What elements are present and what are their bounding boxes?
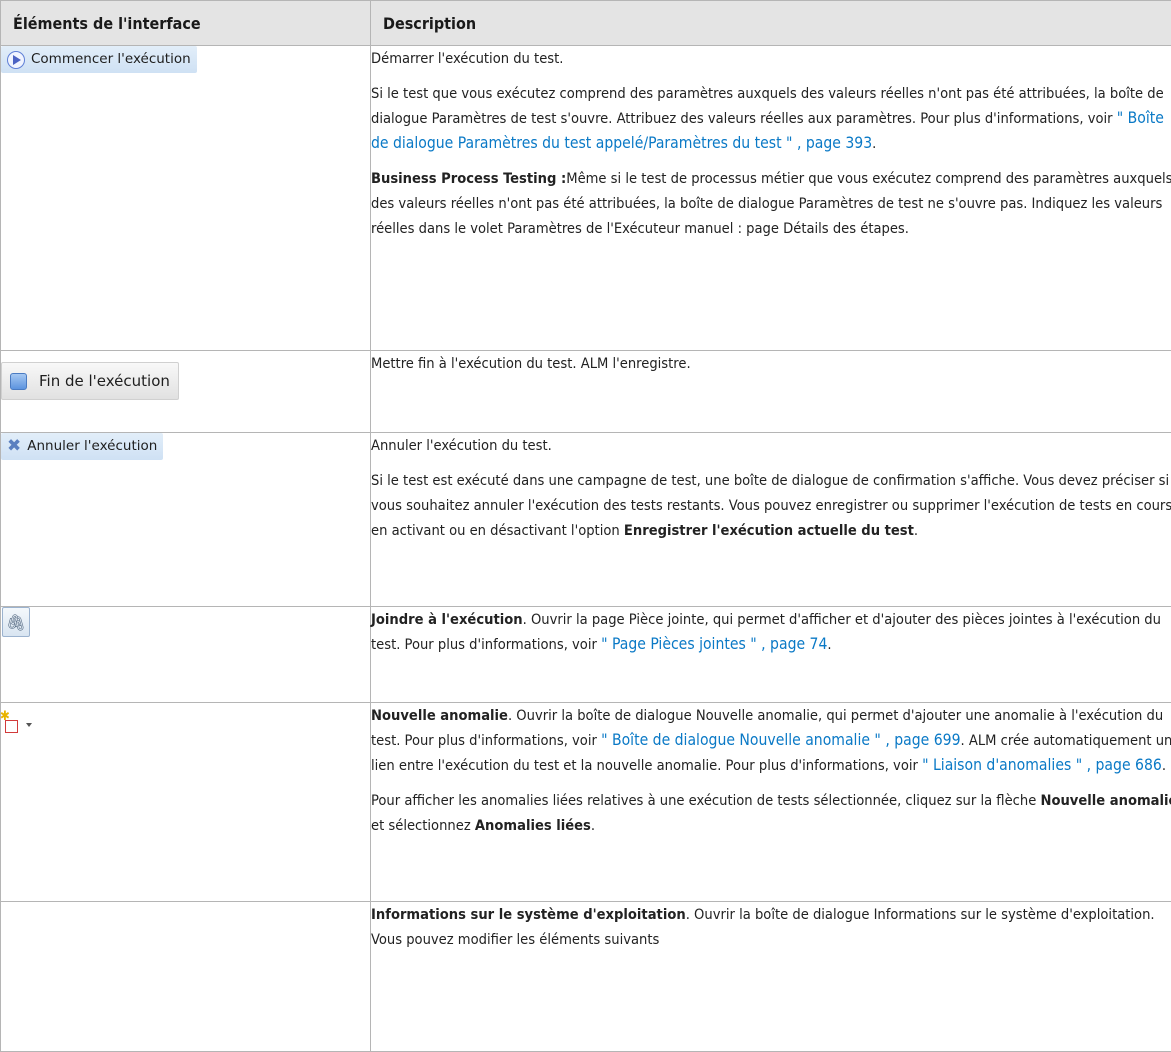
table-row: Informations sur le système d'exploitati… xyxy=(1,902,1171,1052)
table-row: 🖇 Joindre à l'exécution. Ouvrir la page … xyxy=(1,607,1171,703)
cancel-x-icon: ✖ xyxy=(7,438,21,455)
bold-text: Nouvelle anomalie xyxy=(1040,792,1171,809)
link-defect-linkage[interactable]: " Liaison d'anomalies " , page 686 xyxy=(922,756,1162,774)
header-ui-elements: Éléments de l'interface xyxy=(1,1,371,46)
cancel-run-button[interactable]: ✖ Annuler l'exécution xyxy=(1,433,163,460)
text: . xyxy=(872,135,876,152)
description-paragraph: Si le test que vous exécutez comprend de… xyxy=(371,81,1171,156)
text: . xyxy=(914,522,918,539)
link-attachments-page[interactable]: " Page Pièces jointes " , page 74 xyxy=(601,635,827,653)
bold-text: Enregistrer l'exécution actuelle du test xyxy=(624,522,914,539)
text: Si le test que vous exécutez comprend de… xyxy=(371,85,1164,127)
text: Démarrer l'exécution du test. xyxy=(371,50,563,67)
bold-text: Nouvelle anomalie xyxy=(371,707,508,724)
ui-elements-table: Éléments de l'interface Description Comm… xyxy=(0,0,1171,1052)
description-paragraph: Business Process Testing :Même si le tes… xyxy=(371,166,1171,241)
description-cell: Joindre à l'exécution. Ouvrir la page Pi… xyxy=(371,607,1171,703)
description-cell: Annuler l'exécution du test. Si le test … xyxy=(371,433,1171,607)
text: et sélectionnez xyxy=(371,817,475,834)
table-row: ✖ Annuler l'exécution Annuler l'exécutio… xyxy=(1,433,1171,607)
play-circle-icon xyxy=(7,51,25,69)
description-cell: Démarrer l'exécution du test. Si le test… xyxy=(371,46,1171,351)
element-cell: Fin de l'exécution xyxy=(1,351,371,433)
description-paragraph: Mettre fin à l'exécution du test. ALM l'… xyxy=(371,351,1171,376)
description-paragraph: Démarrer l'exécution du test. xyxy=(371,46,1171,71)
description-paragraph: Nouvelle anomalie. Ouvrir la boîte de di… xyxy=(371,703,1171,778)
text: Annuler l'exécution du test. xyxy=(371,437,552,454)
new-defect-button[interactable]: ✱ xyxy=(1,712,32,738)
link-new-defect-dialog[interactable]: " Boîte de dialogue Nouvelle anomalie " … xyxy=(601,731,960,749)
description-paragraph: Informations sur le système d'exploitati… xyxy=(371,902,1171,952)
start-run-button[interactable]: Commencer l'exécution xyxy=(1,46,197,73)
bold-text: Informations sur le système d'exploitati… xyxy=(371,906,686,923)
description-cell: Informations sur le système d'exploitati… xyxy=(371,902,1171,1052)
bold-text: Anomalies liées xyxy=(475,817,591,834)
text: . xyxy=(827,636,831,653)
table-row: ✱ Nouvelle anomalie. Ouvrir la boîte de … xyxy=(1,703,1171,902)
stop-square-icon xyxy=(10,373,27,390)
description-paragraph: Pour afficher les anomalies liées relati… xyxy=(371,788,1171,838)
element-cell: 🖇 xyxy=(1,607,371,703)
table-header-row: Éléments de l'interface Description xyxy=(1,1,1171,46)
paperclip-icon: 🖇 xyxy=(6,610,26,635)
element-cell: Commencer l'exécution xyxy=(1,46,371,351)
end-run-label: Fin de l'exécution xyxy=(39,369,170,394)
text: . xyxy=(591,817,595,834)
table-row: Commencer l'exécution Démarrer l'exécuti… xyxy=(1,46,1171,351)
header-description: Description xyxy=(371,1,1171,46)
description-cell: Nouvelle anomalie. Ouvrir la boîte de di… xyxy=(371,703,1171,902)
start-run-label: Commencer l'exécution xyxy=(31,47,191,72)
element-cell xyxy=(1,902,371,1052)
bold-text: Business Process Testing : xyxy=(371,170,566,187)
text: Mettre fin à l'exécution du test. ALM l'… xyxy=(371,355,691,372)
attach-button[interactable]: 🖇 xyxy=(2,607,30,637)
text: Pour afficher les anomalies liées relati… xyxy=(371,792,1040,809)
element-cell: ✱ xyxy=(1,703,371,902)
description-paragraph: Si le test est exécuté dans une campagne… xyxy=(371,468,1171,543)
end-run-button[interactable]: Fin de l'exécution xyxy=(1,362,179,400)
description-paragraph: Annuler l'exécution du test. xyxy=(371,433,1171,458)
description-paragraph: Joindre à l'exécution. Ouvrir la page Pi… xyxy=(371,607,1171,657)
element-cell: ✖ Annuler l'exécution xyxy=(1,433,371,607)
new-defect-icon: ✱ xyxy=(2,716,20,734)
table-row: Fin de l'exécution Mettre fin à l'exécut… xyxy=(1,351,1171,433)
cancel-run-label: Annuler l'exécution xyxy=(27,434,157,459)
description-cell: Mettre fin à l'exécution du test. ALM l'… xyxy=(371,351,1171,433)
bold-text: Joindre à l'exécution xyxy=(371,611,523,628)
chevron-down-icon[interactable] xyxy=(26,723,32,727)
text: . xyxy=(1162,757,1166,774)
